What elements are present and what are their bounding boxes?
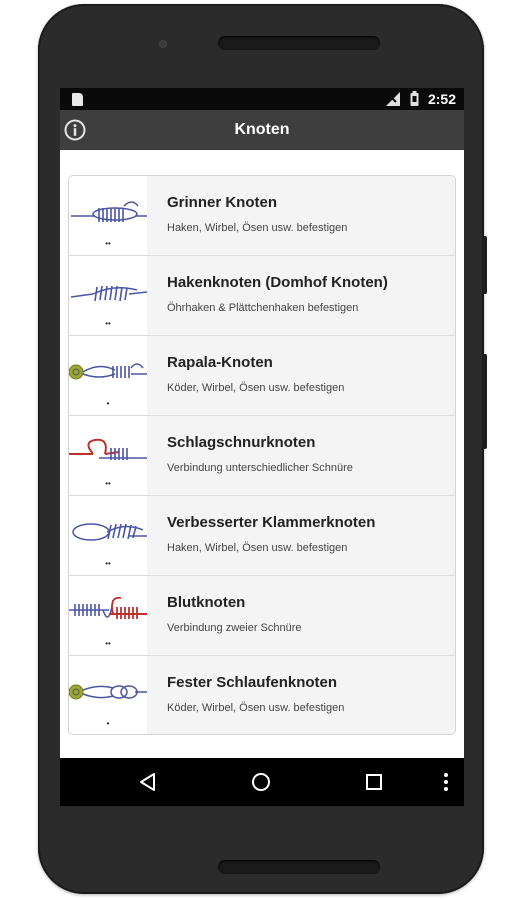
knot-subtitle: Verbindung unterschiedlicher Schnüre <box>167 462 353 474</box>
knot-text: Rapala-Knoten Köder, Wirbel, Ösen usw. b… <box>147 336 455 415</box>
knot-text: Schlagschnurknoten Verbindung unterschie… <box>147 416 455 495</box>
page-title: Knoten <box>234 121 290 138</box>
knot-item-grinner[interactable]: •• Grinner Knoten Haken, Wirbel, Ösen us… <box>69 176 455 256</box>
knot-text: Blutknoten Verbindung zweier Schnüre <box>147 576 455 655</box>
clock: 2:52 <box>427 91 456 107</box>
knot-title: Hakenknoten (Domhof Knoten) <box>167 274 388 291</box>
blood-knot-icon <box>69 596 147 619</box>
difficulty-rating: • <box>106 399 110 408</box>
difficulty-rating: •• <box>105 239 111 248</box>
screen: 2:52 Knoten •• Grinner Knoten Haken, Wir… <box>60 88 464 806</box>
knot-item-rapala[interactable]: • Rapala-Knoten Köder, Wirbel, Ösen usw.… <box>69 336 455 416</box>
status-bar: 2:52 <box>60 88 464 110</box>
front-camera <box>159 40 167 48</box>
difficulty-rating: •• <box>105 559 111 568</box>
knot-title: Verbesserter Klammerknoten <box>167 514 376 531</box>
knot-title: Schlagschnurknoten <box>167 434 316 451</box>
knot-thumbnail: • <box>69 336 147 415</box>
knot-text: Fester Schlaufenknoten Köder, Wirbel, Ös… <box>147 656 455 734</box>
knot-thumbnail: •• <box>69 576 147 655</box>
grinner-knot-icon <box>71 201 147 222</box>
knot-item-blutknoten[interactable]: •• Blutknoten Verbindung zweier Schnüre <box>69 576 455 656</box>
knot-subtitle: Köder, Wirbel, Ösen usw. befestigen <box>167 382 345 394</box>
difficulty-rating: •• <box>105 639 111 648</box>
knot-text: Hakenknoten (Domhof Knoten) Öhrhaken & P… <box>147 256 455 335</box>
top-speaker <box>218 36 380 50</box>
power-button <box>482 354 487 449</box>
knot-list: •• Grinner Knoten Haken, Wirbel, Ösen us… <box>68 175 456 735</box>
navigation-bar <box>60 758 464 806</box>
knot-thumbnail: •• <box>69 256 147 335</box>
knot-text: Verbesserter Klammerknoten Haken, Wirbel… <box>147 496 455 575</box>
recents-icon[interactable] <box>362 770 386 794</box>
knot-title: Rapala-Knoten <box>167 354 273 371</box>
sd-card-icon <box>72 93 83 106</box>
battery-icon <box>410 91 419 106</box>
knot-thumbnail: • <box>69 656 147 734</box>
leader-knot-icon <box>69 438 147 460</box>
knot-item-schlagschnur[interactable]: •• Schlagschnurknoten Verbindung untersc… <box>69 416 455 496</box>
back-icon[interactable] <box>136 770 160 794</box>
clinch-knot-icon <box>72 523 147 541</box>
volume-button <box>482 236 487 294</box>
knot-text: Grinner Knoten Haken, Wirbel, Ösen usw. … <box>147 176 455 255</box>
knot-thumbnail: •• <box>69 176 147 255</box>
knot-item-schlaufenknoten[interactable]: • Fester Schlaufenknoten Köder, Wirbel, … <box>69 656 455 734</box>
rapala-knot-icon <box>69 363 147 380</box>
knot-title: Blutknoten <box>167 594 246 611</box>
difficulty-rating: • <box>106 719 110 728</box>
knot-thumbnail: •• <box>69 496 147 575</box>
knot-thumbnail: •• <box>69 416 147 495</box>
signal-icon <box>386 92 400 106</box>
bottom-speaker <box>218 860 380 874</box>
home-icon[interactable] <box>249 770 273 794</box>
hook-knot-icon <box>70 285 147 302</box>
knot-subtitle: Verbindung zweier Schnüre <box>167 622 302 634</box>
main-content: •• Grinner Knoten Haken, Wirbel, Ösen us… <box>60 150 464 758</box>
difficulty-rating: •• <box>105 319 111 328</box>
app-bar: Knoten <box>60 110 464 150</box>
knot-item-hakenknoten[interactable]: •• Hakenknoten (Domhof Knoten) Öhrhaken … <box>69 256 455 336</box>
knot-subtitle: Öhrhaken & Plättchenhaken befestigen <box>167 302 359 314</box>
knot-title: Fester Schlaufenknoten <box>167 674 338 691</box>
difficulty-rating: •• <box>105 479 111 488</box>
knot-item-klammerknoten[interactable]: •• Verbesserter Klammerknoten Haken, Wir… <box>69 496 455 576</box>
knot-title: Grinner Knoten <box>167 194 278 211</box>
knot-subtitle: Köder, Wirbel, Ösen usw. befestigen <box>167 702 345 714</box>
loop-knot-icon <box>69 684 147 700</box>
knot-subtitle: Haken, Wirbel, Ösen usw. befestigen <box>167 542 348 554</box>
knot-subtitle: Haken, Wirbel, Ösen usw. befestigen <box>167 222 348 234</box>
overflow-menu-icon[interactable] <box>434 770 458 794</box>
